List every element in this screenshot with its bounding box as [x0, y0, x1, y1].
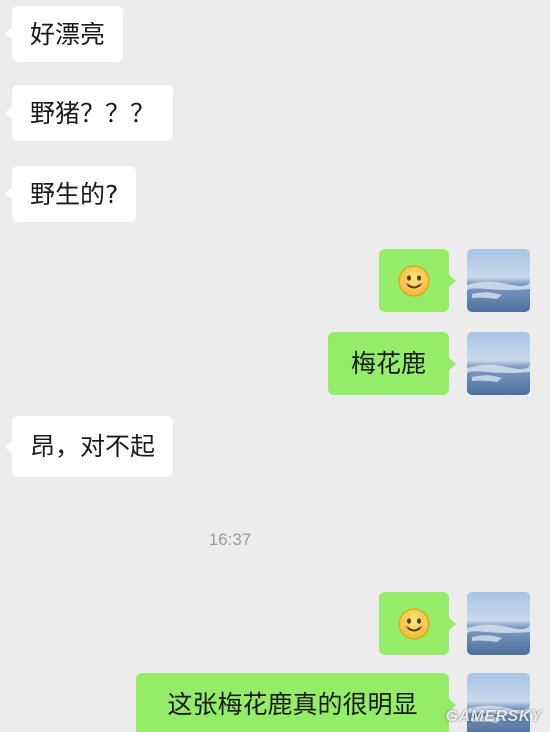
- message-bubble-incoming[interactable]: 野生的?: [4, 166, 137, 222]
- message-text: 野生的?: [30, 179, 119, 209]
- message-text: 昂，对不起: [30, 432, 156, 461]
- message-text: 好漂亮: [30, 19, 106, 49]
- message-bubble-incoming[interactable]: 昂，对不起: [4, 416, 174, 477]
- watermark-logo: GAMERSKY: [445, 708, 542, 725]
- message-text: 野猪？？？: [30, 98, 156, 128]
- user-avatar[interactable]: [467, 249, 530, 312]
- sea-landscape-avatar-icon: [467, 592, 530, 655]
- message-timestamp: 16:37: [208, 530, 252, 549]
- message-bubble-outgoing[interactable]: [379, 592, 456, 655]
- message-text: 这张梅花鹿真的很明显: [167, 690, 418, 719]
- message-text: 梅花鹿: [350, 349, 426, 378]
- message-bubble-outgoing[interactable]: [379, 249, 456, 312]
- smile-emoji-icon: [398, 608, 430, 639]
- sea-landscape-avatar-icon: [467, 332, 530, 395]
- message-bubble-outgoing[interactable]: 这张梅花鹿真的很明显: [136, 673, 456, 732]
- message-bubble-incoming[interactable]: 野猪？？？: [4, 85, 174, 141]
- chat-window: 好漂亮 野猪？？？ 野生的? 梅花鹿 昂，对不起 16:37 这张梅花鹿真的很明…: [0, 0, 550, 732]
- smile-emoji-icon: [398, 265, 430, 296]
- message-bubble-incoming[interactable]: 好漂亮: [4, 6, 124, 62]
- message-bubble-outgoing[interactable]: 梅花鹿: [328, 332, 456, 395]
- user-avatar[interactable]: [467, 592, 530, 655]
- user-avatar[interactable]: [467, 332, 530, 395]
- sea-landscape-avatar-icon: [467, 249, 530, 312]
